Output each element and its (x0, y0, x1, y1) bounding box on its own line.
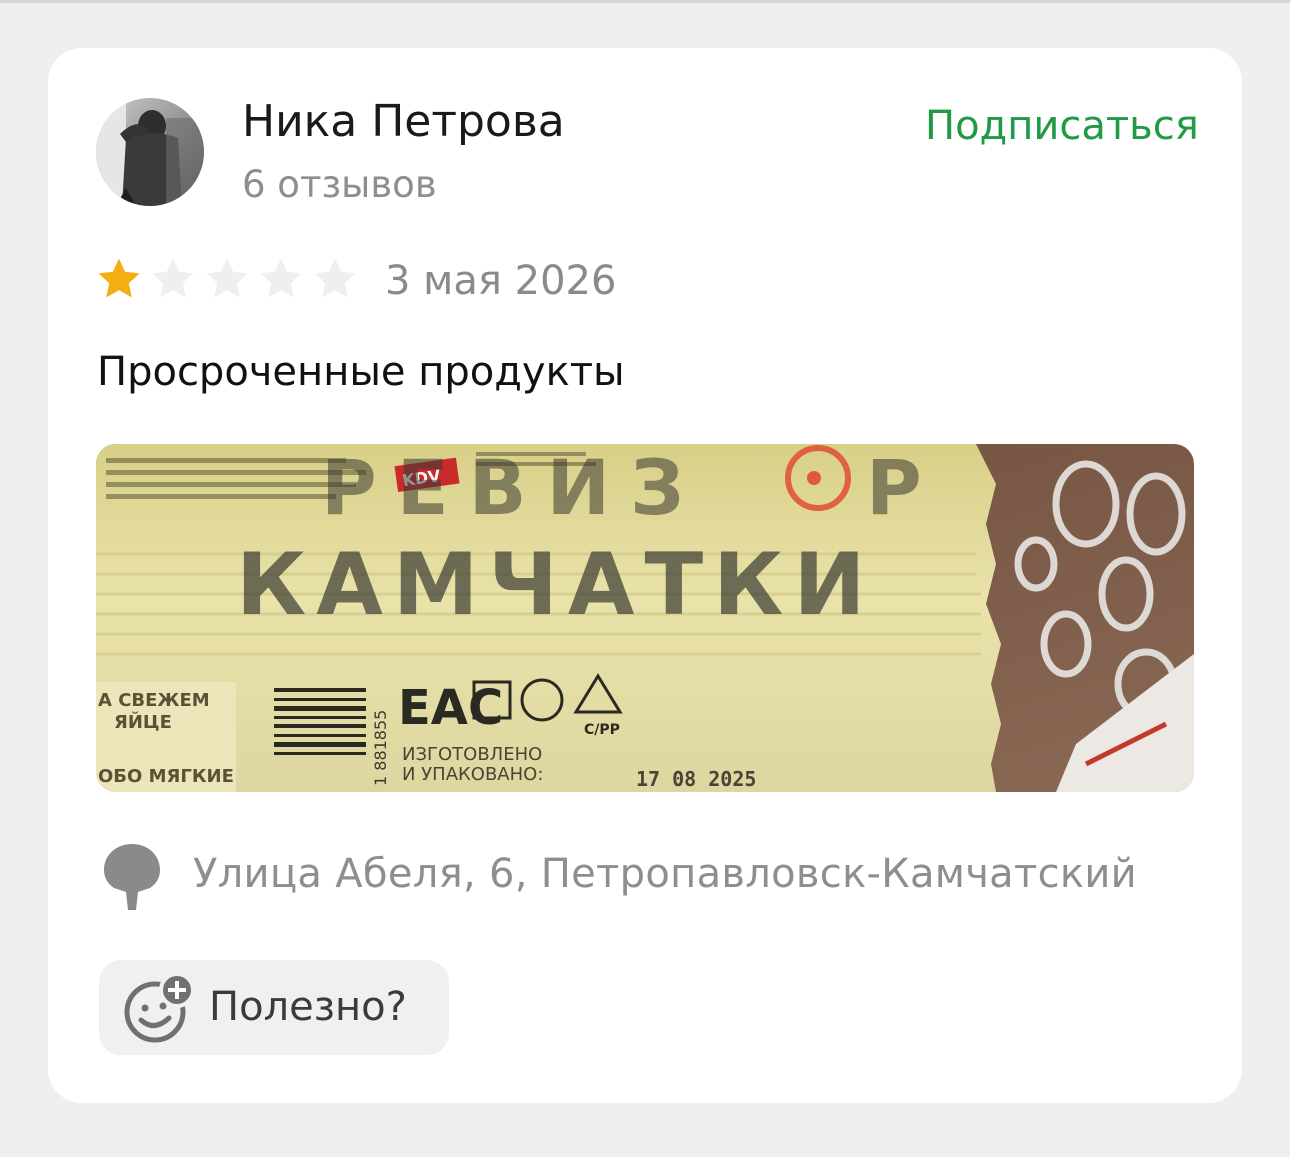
review-photo[interactable]: KDV РЕВИЗ Р КАМЧАТКИ А СВЕЖЕМ ЯЙЦЕ ОБО М… (96, 444, 1194, 792)
avatar[interactable] (96, 98, 204, 206)
useful-label: Полезно? (209, 984, 407, 1030)
star-filled-icon (98, 258, 140, 298)
star-empty-icon (206, 258, 248, 298)
pkg-text-egg: ЯЙЦЕ (114, 711, 172, 733)
pkg-production-date: 17 08 2025 (636, 767, 756, 791)
author-review-count: 6 отзывов (242, 163, 437, 206)
pkg-made-line2: И УПАКОВАНО: (402, 764, 543, 785)
top-divider (0, 0, 1290, 3)
star-empty-icon (152, 258, 194, 298)
useful-button[interactable]: Полезно? (99, 960, 449, 1055)
star-empty-icon (314, 258, 356, 298)
pkg-barcode-digits: 1 881855 (371, 710, 390, 786)
eac-mark: ЕАС (398, 680, 503, 736)
author-name[interactable]: Ника Петрова (242, 96, 565, 148)
recycle-code: C/PP (584, 722, 620, 738)
avatar-image (96, 98, 204, 206)
pkg-text-soft: ОБО МЯГКИЕ (98, 766, 234, 787)
smile-add-icon (124, 972, 195, 1043)
product-photo-image: KDV РЕВИЗ Р КАМЧАТКИ А СВЕЖЕМ ЯЙЦЕ ОБО М… (96, 444, 1194, 792)
star-empty-icon (260, 258, 302, 298)
location-pin-icon (104, 844, 160, 910)
review-text: Просроченные продукты (97, 349, 625, 395)
location-address[interactable]: Улица Абеля, 6, Петропавловск-Камчатский (193, 848, 1137, 900)
watermark-line2: КАМЧАТКИ (236, 535, 875, 635)
pkg-text-fresh: А СВЕЖЕМ (98, 690, 210, 711)
subscribe-button[interactable]: Подписаться (925, 101, 1199, 151)
rating-stars (95, 255, 359, 303)
watermark-line1-end: Р (866, 444, 922, 532)
pkg-made-line1: ИЗГОТОВЛЕНО (402, 744, 542, 765)
review-date: 3 мая 2026 (385, 258, 617, 304)
watermark-line1: РЕВИЗ (321, 444, 704, 532)
